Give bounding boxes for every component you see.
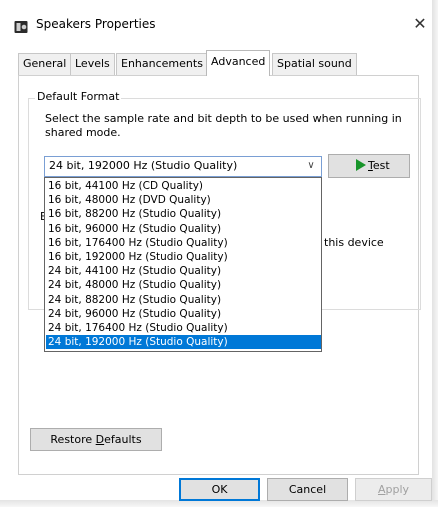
- restore-defaults-button[interactable]: Restore Defaults: [30, 428, 162, 451]
- close-button[interactable]: ✕: [410, 13, 430, 35]
- cancel-button[interactable]: Cancel: [267, 478, 348, 501]
- dropdown-option[interactable]: 16 bit, 88200 Hz (Studio Quality): [46, 207, 321, 221]
- group-title: Default Format: [35, 90, 122, 103]
- window-edge-bottom: [0, 500, 438, 507]
- window-title: Speakers Properties: [36, 17, 156, 31]
- ok-button[interactable]: OK: [179, 478, 260, 501]
- apply-mnemonic: A: [377, 483, 386, 496]
- chevron-down-icon[interactable]: ∨: [304, 158, 318, 174]
- close-icon: ✕: [413, 14, 427, 33]
- window-edge-right: [432, 0, 438, 507]
- test-label-rest: est: [372, 159, 390, 172]
- test-button-label: Test: [368, 159, 390, 172]
- dropdown-option[interactable]: 16 bit, 44100 Hz (CD Quality): [46, 179, 321, 193]
- dropdown-option[interactable]: 16 bit, 48000 Hz (DVD Quality): [46, 193, 321, 207]
- dropdown-option[interactable]: 16 bit, 96000 Hz (Studio Quality): [46, 222, 321, 236]
- exclusive-mode-text-partial: this device: [324, 236, 384, 249]
- format-description: Select the sample rate and bit depth to …: [45, 112, 402, 139]
- tab-spatial-sound[interactable]: Spatial sound: [272, 53, 357, 75]
- dropdown-option[interactable]: 16 bit, 176400 Hz (Studio Quality): [46, 236, 321, 250]
- restore-label-prefix: Restore: [50, 433, 96, 446]
- combo-selected-value: 24 bit, 192000 Hz (Studio Quality): [49, 159, 238, 172]
- tab-general[interactable]: General: [18, 53, 72, 75]
- apply-button[interactable]: Apply: [355, 478, 432, 501]
- restore-label-rest: efaults: [104, 433, 142, 446]
- dropdown-option[interactable]: 24 bit, 88200 Hz (Studio Quality): [46, 293, 321, 307]
- dropdown-option[interactable]: 24 bit, 176400 Hz (Studio Quality): [46, 321, 321, 335]
- tab-levels[interactable]: Levels: [70, 53, 115, 75]
- tab-advanced[interactable]: Advanced: [206, 50, 271, 76]
- speaker-icon: [14, 21, 28, 33]
- dropdown-option-selected[interactable]: 24 bit, 192000 Hz (Studio Quality): [46, 335, 321, 350]
- dropdown-option[interactable]: 16 bit, 192000 Hz (Studio Quality): [46, 250, 321, 264]
- apply-label-rest: pply: [385, 483, 410, 496]
- dropdown-option[interactable]: 24 bit, 96000 Hz (Studio Quality): [46, 307, 321, 321]
- tab-enhancements[interactable]: Enhancements: [116, 53, 208, 75]
- dropdown-option[interactable]: 24 bit, 44100 Hz (Studio Quality): [46, 264, 321, 278]
- sample-rate-dropdown-list[interactable]: 16 bit, 44100 Hz (CD Quality) 16 bit, 48…: [44, 177, 322, 352]
- restore-mnemonic: D: [95, 433, 105, 446]
- play-icon: [356, 159, 366, 171]
- dropdown-option[interactable]: 24 bit, 48000 Hz (Studio Quality): [46, 278, 321, 292]
